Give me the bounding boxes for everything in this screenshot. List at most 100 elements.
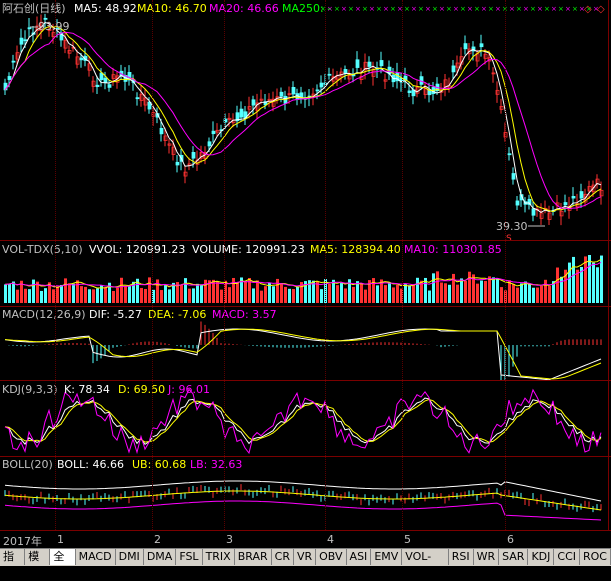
boll-ub-line: [4, 480, 602, 502]
volume-bar: [468, 271, 471, 303]
signal-marker: ×: [460, 5, 466, 13]
volume-bar: [320, 289, 323, 303]
candle-body: [367, 61, 372, 67]
tab-emv[interactable]: EMV: [371, 549, 403, 565]
volume-bar: [40, 290, 43, 303]
volume-bar: [220, 289, 223, 303]
tab-asi[interactable]: ASI: [347, 549, 372, 565]
tab-all[interactable]: 全部: [50, 549, 76, 579]
ma5-label: MA5: 48.92: [74, 2, 137, 15]
volume-bar: [392, 287, 395, 303]
volume-bar: [588, 255, 591, 303]
signal-marker: ×: [467, 5, 473, 13]
boll-value-label: BOLL: 46.66: [57, 458, 124, 471]
volume-panel[interactable]: VOL-TDX(5,10) VVOL: 120991.23 VOLUME: 12…: [0, 241, 611, 306]
kdj-title: KDJ(9,3,3): [2, 383, 58, 396]
tab-dma[interactable]: DMA: [144, 549, 177, 565]
volume-bar: [244, 281, 247, 303]
tab-rsi[interactable]: RSI: [449, 549, 474, 565]
volume-bar: [460, 278, 463, 303]
macd-panel[interactable]: MACD(12,26,9) DIF: -5.27 DEA: -7.06 MACD…: [0, 307, 611, 380]
volume-bar: [60, 284, 63, 303]
signal-marker: ×: [572, 5, 578, 13]
signal-marker: ×: [551, 5, 557, 13]
candle-body: [239, 108, 244, 118]
ma20-label: MA20: 46.66: [209, 2, 279, 15]
ub-label: UB: 60.68: [132, 458, 187, 471]
tab-wr[interactable]: WR: [474, 549, 500, 565]
volume-bar: [576, 269, 579, 303]
candle-body: [191, 152, 196, 159]
tab-fsl[interactable]: FSL: [176, 549, 203, 565]
candle-body: [427, 89, 432, 96]
signal-marker: ×: [495, 5, 501, 13]
lb-label: LB: 32.63: [190, 458, 243, 471]
volume-bar: [112, 290, 115, 303]
tab-trix[interactable]: TRIX: [203, 549, 235, 565]
tab-sar[interactable]: SAR: [499, 549, 529, 565]
candle-body: [207, 141, 212, 147]
volume-bar: [548, 285, 551, 303]
tab-obv[interactable]: OBV: [316, 549, 347, 565]
signal-marker: ×: [530, 5, 536, 13]
volume-bar: [32, 279, 35, 303]
candle-body: [107, 84, 112, 88]
candlestick-chart[interactable]: × × × × × × × × × × × × × × × × × × × × × × × × × × × × × × × × × × × × × × × ×…: [0, 0, 611, 240]
volume-bar: [532, 287, 535, 303]
volume-bar: [448, 284, 451, 303]
boll-panel[interactable]: BOLL(20) BOLL: 46.66 UB: 60.68 LB: 32.63: [0, 457, 611, 530]
volume-bar: [64, 278, 67, 303]
tab-vol-tdx[interactable]: VOL-TDX: [402, 549, 449, 579]
signal-marker: ×: [516, 5, 522, 13]
volume-bar: [148, 277, 151, 303]
signal-marker: ×: [404, 5, 410, 13]
signal-marker: ×: [537, 5, 543, 13]
dea-label: DEA: -7.06: [148, 308, 207, 321]
volume-bar: [4, 284, 7, 303]
indicator-tab-bar: 指标 模板 全部 MACD DMI DMA FSL TRIX BRAR CR V…: [0, 548, 611, 579]
tab-dmi[interactable]: DMI: [116, 549, 144, 565]
kdj-panel[interactable]: KDJ(9,3,3) K: 78.34 D: 69.50 J: 96.01: [0, 381, 611, 456]
tab-roc[interactable]: ROC: [580, 549, 611, 565]
volume-bar: [480, 280, 483, 303]
tab-brar[interactable]: BRAR: [235, 549, 272, 565]
candle-body: [379, 60, 384, 67]
volume-bar: [168, 289, 171, 303]
volume-bar: [408, 285, 411, 303]
tab-macd[interactable]: MACD: [76, 549, 116, 565]
signal-marker: ×: [411, 5, 417, 13]
candle-body: [103, 77, 108, 83]
tab-cr[interactable]: CR: [272, 549, 294, 565]
signal-marker: ×: [341, 5, 347, 13]
volume-bar: [80, 286, 83, 303]
high-price-label: 93.99: [38, 20, 70, 33]
signal-marker: ×: [446, 5, 452, 13]
axis-tick: 6: [507, 533, 514, 546]
volume-bar: [8, 283, 11, 303]
j-line: [4, 388, 602, 455]
candle-body: [327, 73, 332, 76]
tab-template[interactable]: 模板: [25, 549, 51, 579]
tab-kdj[interactable]: KDJ: [528, 549, 555, 565]
volume-bar: [376, 285, 379, 303]
boll-mid-line: [4, 490, 602, 511]
signal-marker: ×: [376, 5, 382, 13]
volume-bar: [56, 286, 59, 303]
price-panel[interactable]: × × × × × × × × × × × × × × × × × × × × × × × × × × × × × × × × × × × × × × × ×…: [0, 0, 611, 244]
volume-bar: [88, 289, 91, 303]
stock-name: 阿石创(日线): [2, 2, 66, 15]
volume-bar: [384, 285, 387, 303]
d-label: D: 69.50: [118, 383, 166, 396]
candle-body: [159, 127, 164, 135]
month-gridline: [505, 0, 506, 530]
candle-body: [79, 57, 84, 61]
volume-bar: [592, 262, 595, 303]
volume-bar: [524, 281, 527, 303]
volume-bar: [28, 289, 31, 303]
signal-marker: ×: [481, 5, 487, 13]
tab-cci[interactable]: CCI: [554, 549, 580, 565]
tab-vr[interactable]: VR: [294, 549, 317, 565]
tab-indicator[interactable]: 指标: [0, 549, 26, 579]
volume-bar: [276, 278, 279, 303]
volume-bar: [328, 283, 331, 303]
